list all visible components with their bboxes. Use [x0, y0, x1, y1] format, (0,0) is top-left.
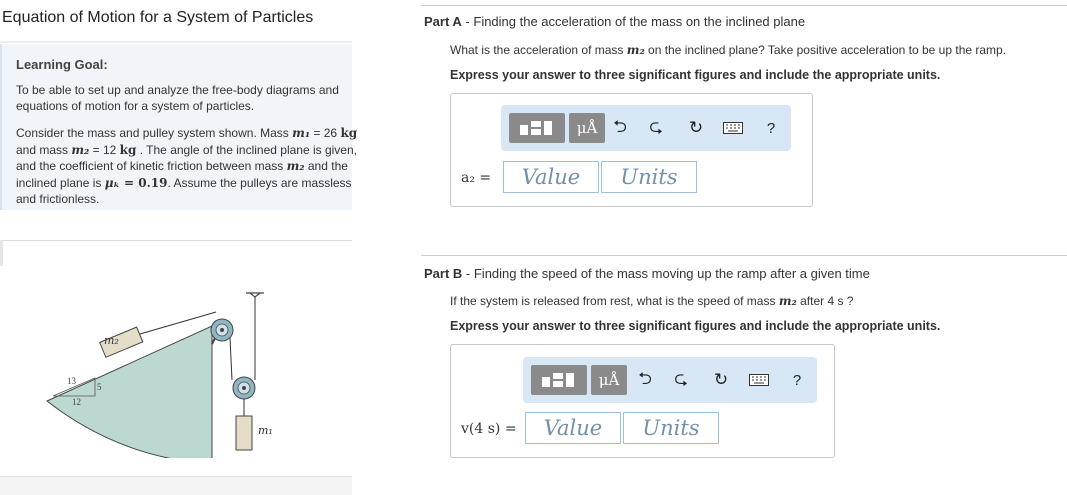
slope-base-label: 12	[72, 397, 81, 407]
mu-k-value: = 0.19	[119, 175, 168, 190]
part-b-instruction: Express your answer to three significant…	[450, 319, 941, 333]
slope-vert-label: 5	[97, 382, 102, 392]
problem-statement: Consider the mass and pulley system show…	[16, 125, 361, 208]
part-a-sep: -	[461, 14, 474, 29]
undo-icon[interactable]: ⮌	[608, 113, 632, 143]
m2-figure-label: m₂	[104, 334, 119, 347]
help-icon[interactable]: ?	[759, 113, 783, 143]
part-b-units-input[interactable]: Units	[623, 412, 719, 444]
part-a-units-input[interactable]: Units	[601, 161, 697, 193]
statement-text: Consider the mass and pulley system show…	[16, 126, 293, 140]
figure-side-marker	[0, 240, 3, 266]
kg-unit: kg	[340, 126, 358, 140]
question-text: What is the acceleration of mass	[450, 43, 627, 57]
m2-symbol: m₂	[626, 43, 645, 57]
mu-k-symbol: μₖ	[104, 175, 120, 190]
learning-goal-text: To be able to set up and analyze the fre…	[16, 83, 339, 113]
part-a-label: Part A	[424, 14, 462, 29]
part-a-question: What is the acceleration of mass m₂ on t…	[450, 43, 1006, 57]
statement-text: = 12	[89, 142, 120, 157]
figure-footer-bar	[0, 476, 352, 495]
templates-icon[interactable]	[509, 113, 565, 143]
part-b-question: If the system is released from rest, wha…	[450, 294, 853, 308]
keyboard-icon[interactable]	[721, 113, 745, 143]
m1-symbol: m₁	[292, 126, 311, 140]
block-m1	[235, 415, 253, 451]
learning-goal-title: Learning Goal:	[16, 57, 108, 72]
units-symbol-icon[interactable]: μÅ	[569, 113, 605, 143]
part-a-value-input[interactable]: Value	[503, 161, 599, 193]
reset-icon[interactable]: ↻	[709, 365, 733, 395]
part-a-title: Finding the acceleration of the mass on …	[473, 14, 806, 29]
problem-panel: Equation of Motion for a System of Parti…	[0, 0, 357, 495]
part-b-toolbar: μÅ ⮌ ⮎ ↻ ?	[523, 357, 817, 403]
part-b-value-input[interactable]: Value	[525, 412, 621, 444]
problem-title: Equation of Motion for a System of Parti…	[2, 9, 314, 26]
part-b-answer-box: μÅ ⮌ ⮎ ↻ ? v(4 s) = Value Units	[450, 344, 835, 458]
part-b-label: Part B	[424, 266, 463, 281]
title-divider	[0, 41, 352, 43]
cable-to-lower-pulley	[229, 337, 233, 381]
m2-symbol: m₂	[286, 159, 305, 173]
statement-text: = 26	[310, 126, 341, 140]
pulley-system-figure: 13 5 12 m₂ m₁	[46, 292, 273, 458]
units-symbol-icon[interactable]: μÅ	[591, 365, 627, 395]
part-a-answer-label: a₂ =	[461, 170, 492, 186]
figure-header	[0, 240, 352, 267]
redo-icon[interactable]: ⮎	[669, 365, 693, 395]
part-b-heading[interactable]: Part B - Finding the speed of the mass m…	[424, 266, 870, 281]
reset-icon[interactable]: ↻	[684, 113, 708, 143]
kg-unit: kg	[119, 142, 137, 157]
part-a-instruction: Express your answer to three significant…	[450, 68, 941, 82]
part-a-divider	[421, 5, 1067, 6]
m2-symbol: m₂	[778, 294, 797, 308]
undo-icon[interactable]: ⮌	[633, 365, 657, 395]
part-b-answer-label: v(4 s) =	[461, 421, 517, 437]
part-a-toolbar: μÅ ⮌ ⮎ ↻ ?	[501, 105, 791, 151]
m1-figure-label: m₁	[258, 424, 273, 437]
redo-icon[interactable]: ⮎	[644, 113, 668, 143]
templates-icon[interactable]	[531, 365, 587, 395]
question-text: If the system is released from rest, wha…	[450, 294, 779, 308]
statement-text: and mass	[16, 142, 72, 157]
help-icon[interactable]: ?	[785, 365, 809, 395]
ceiling-anchor	[246, 292, 264, 298]
m2-symbol: m₂	[71, 142, 90, 157]
question-text: after 4 s ?	[796, 294, 854, 308]
keyboard-icon[interactable]	[747, 365, 771, 395]
learning-goal-box: Learning Goal: To be able to set up and …	[0, 44, 357, 210]
part-b-divider	[421, 255, 1067, 256]
part-b-sep: -	[462, 266, 474, 281]
slope-hyp-label: 13	[67, 376, 77, 386]
part-b-title: Finding the speed of the mass moving up …	[473, 266, 870, 281]
question-text: on the inclined plane? Take positive acc…	[644, 43, 1007, 57]
part-a-heading[interactable]: Part A - Finding the acceleration of the…	[424, 14, 805, 29]
part-a-answer-box: μÅ ⮌ ⮎ ↻ ? a₂ = Value Units	[450, 93, 813, 207]
